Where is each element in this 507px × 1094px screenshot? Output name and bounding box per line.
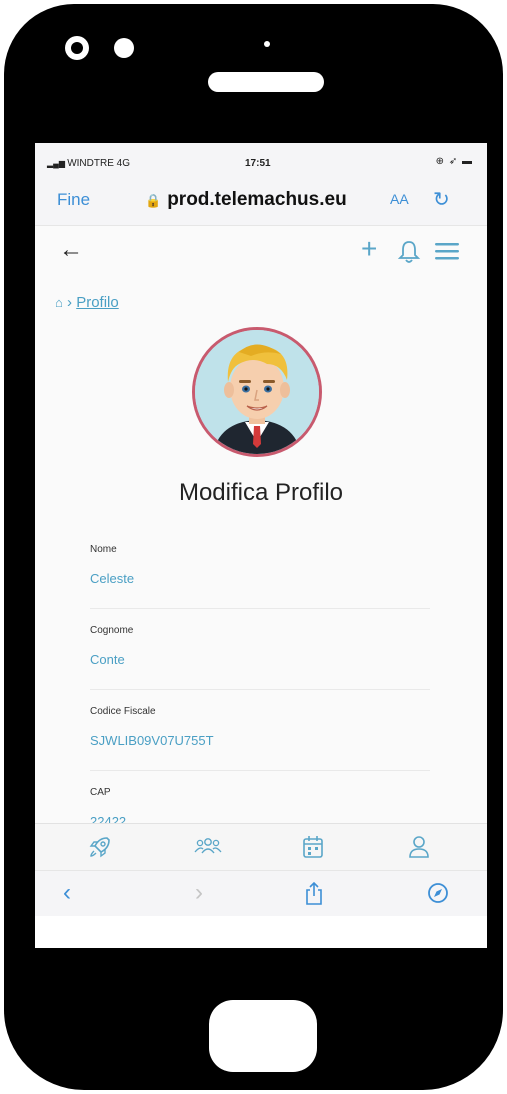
reload-icon[interactable]: ↻ <box>433 187 450 212</box>
group-icon[interactable] <box>193 834 223 863</box>
app-header: ← + <box>35 226 487 282</box>
text-size-button[interactable]: AA <box>390 191 409 207</box>
lock-icon: 🔒 <box>145 193 162 208</box>
clock: 17:51 <box>245 158 271 169</box>
field-label: Codice Fiscale <box>90 706 156 717</box>
rocket-icon[interactable] <box>87 834 113 865</box>
arrow-left-icon[interactable]: ← <box>59 236 83 264</box>
status-bar: ▂▄▆ WINDTRE 4G 17:51 ⊕ ➶ ▬ <box>35 143 487 177</box>
breadcrumb: ⌂ › Profilo <box>55 294 119 311</box>
field-value[interactable]: Celeste <box>90 571 134 586</box>
field-label: CAP <box>90 787 111 798</box>
share-icon[interactable] <box>303 881 325 914</box>
compass-icon[interactable] <box>427 882 449 911</box>
breadcrumb-separator: › <box>67 294 73 311</box>
sensor-icon <box>114 38 134 58</box>
earpiece-speaker <box>208 72 324 92</box>
field-label: Cognome <box>90 625 134 636</box>
first-name-field[interactable]: Nome Celeste <box>90 544 430 609</box>
field-value[interactable]: Conte <box>90 652 125 667</box>
url-field[interactable]: 🔒 prod.telemachus.eu <box>145 189 347 211</box>
avatar[interactable] <box>192 327 322 457</box>
calendar-icon[interactable] <box>301 834 325 865</box>
tax-code-field[interactable]: Codice Fiscale SJWLIB09V07U755T <box>90 706 430 771</box>
home-button[interactable] <box>209 1000 317 1072</box>
hamburger-menu-icon[interactable] <box>433 240 461 267</box>
camera-icon <box>65 36 89 60</box>
proximity-sensor-icon <box>264 41 270 47</box>
chevron-left-icon[interactable]: ‹ <box>63 879 71 907</box>
profile-page: ⌂ › Profilo Modifica Profilo Nome Celest… <box>35 282 487 823</box>
browser-toolbar: ‹ › <box>35 870 487 917</box>
bell-icon[interactable] <box>397 239 421 270</box>
status-icons: ⊕ ➶ ▬ <box>435 156 473 167</box>
field-label: Nome <box>90 544 117 555</box>
carrier-label: ▂▄▆ WINDTRE 4G <box>47 158 130 169</box>
browser-address-bar: Fine 🔒 prod.telemachus.eu AA ↻ <box>35 177 487 226</box>
field-value[interactable]: SJWLIB09V07U755T <box>90 733 214 748</box>
phone-screen: ▂▄▆ WINDTRE 4G 17:51 ⊕ ➶ ▬ Fine 🔒 prod.te… <box>35 143 487 948</box>
chevron-right-icon[interactable]: › <box>195 879 203 907</box>
app-tab-bar <box>35 823 487 870</box>
done-button[interactable]: Fine <box>57 190 90 210</box>
user-icon[interactable] <box>407 834 431 865</box>
plus-icon[interactable]: + <box>361 233 377 265</box>
last-name-field[interactable]: Cognome Conte <box>90 625 430 690</box>
home-icon[interactable]: ⌂ <box>55 295 63 310</box>
screen-bottom-margin <box>35 916 487 948</box>
postal-code-field[interactable]: CAP 22422 <box>90 787 430 823</box>
page-title: Modifica Profilo <box>178 479 344 506</box>
avatar-illustration <box>195 330 319 454</box>
breadcrumb-profilo-link[interactable]: Profilo <box>76 294 119 311</box>
signal-icon: ▂▄▆ <box>47 159 68 168</box>
field-value[interactable]: 22422 <box>90 814 126 823</box>
